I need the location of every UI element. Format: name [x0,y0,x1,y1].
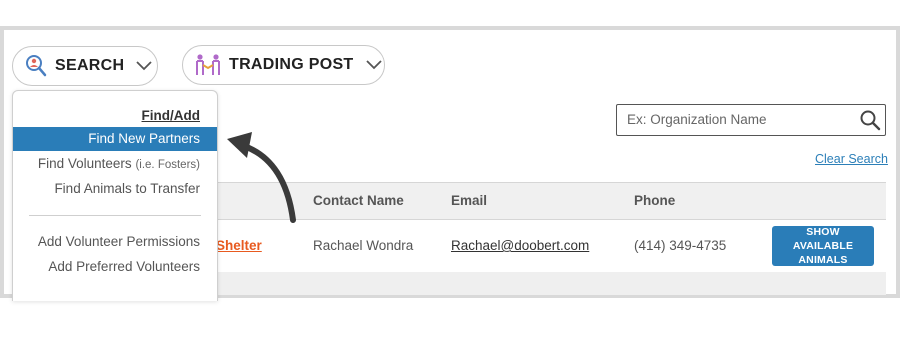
organization-search-box [616,104,886,136]
table-header: Contact Name Email Phone [212,183,886,220]
phone-number: (414) 349-4735 [634,238,727,253]
menu-divider [29,215,201,216]
contact-name: Rachael Wondra [313,238,414,253]
menu-item-label: Find Animals to Transfer [54,181,200,196]
column-header-email: Email [451,193,488,208]
search-dropdown-menu: Find/Add Find New Partners Find Voluntee… [12,90,218,301]
menu-item-find-new-partners[interactable]: Find New Partners [13,127,217,151]
organization-search-input[interactable] [617,105,857,134]
clear-search-link[interactable]: Clear Search [815,152,888,166]
search-menu-button[interactable]: SEARCH [12,46,158,86]
dropdown-header: Find/Add [141,108,200,123]
search-icon[interactable] [859,109,881,136]
menu-item-find-volunteers[interactable]: Find Volunteers (i.e. Fosters) [13,152,217,176]
magnifier-person-icon [25,54,47,78]
column-header-contact: Contact Name [313,193,404,208]
trading-post-menu-button[interactable]: TRADING POST [182,45,385,85]
menu-item-label: Add Preferred Volunteers [48,259,200,274]
chevron-down-icon [365,60,382,70]
results-table: Contact Name Email Phone Shelter Rachael… [212,182,886,295]
menu-item-label: Add Volunteer Permissions [37,234,200,249]
column-header-phone: Phone [634,193,676,208]
menu-item-find-animals-to-transfer[interactable]: Find Animals to Transfer [13,177,217,201]
email-link[interactable]: Rachael@doobert.com [451,238,589,253]
chevron-down-icon [136,61,153,71]
menu-item-add-preferred-volunteers[interactable]: Add Preferred Volunteers [13,255,217,279]
table-row: Shelter Rachael Wondra Rachael@doobert.c… [212,220,886,272]
menu-item-label: Find New Partners [88,131,200,146]
pointer-arrow-icon [227,132,296,223]
menu-item-note: (i.e. Fosters) [135,159,200,171]
trading-post-menu-label: TRADING POST [229,56,354,73]
search-menu-label: SEARCH [55,57,125,74]
handshake-people-icon [195,53,221,77]
show-available-animals-button[interactable]: SHOW AVAILABLE ANIMALS [772,226,874,266]
menu-item-label: Find Volunteers [37,156,132,171]
menu-item-add-volunteer-permissions[interactable]: Add Volunteer Permissions [13,230,217,254]
organization-link[interactable]: Shelter [216,238,262,253]
